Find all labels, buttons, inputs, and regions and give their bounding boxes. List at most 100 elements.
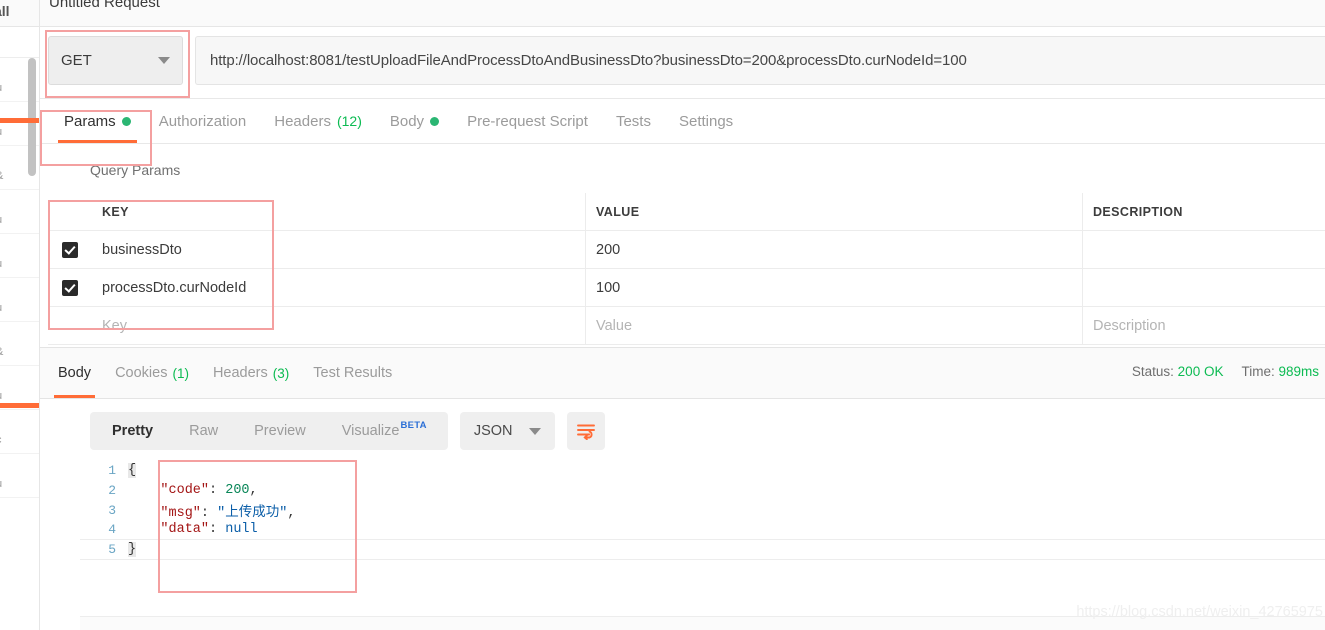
response-tab-headers[interactable]: Headers (3): [201, 348, 301, 398]
json-token: }: [128, 542, 137, 557]
json-line: 2 "code": 200,: [80, 480, 1325, 500]
json-line: 1{: [80, 460, 1325, 480]
json-line: 3 "msg": "上传成功",: [80, 500, 1325, 521]
column-header-key: KEY: [92, 193, 586, 230]
sidebar-subheader: [0, 27, 39, 58]
json-line-content: }: [128, 542, 137, 557]
sidebar-item-label: l: [0, 284, 1, 299]
json-token: 200: [225, 482, 250, 498]
view-mode-label: Pretty: [112, 423, 154, 439]
sidebar-item-label: l: [0, 460, 1, 475]
status-label: Status:: [1131, 364, 1174, 379]
status-block: Status: 200 OK: [1132, 364, 1224, 379]
sidebar-list-item[interactable]: lu: [0, 278, 39, 322]
tab-params[interactable]: Params: [50, 99, 145, 143]
view-mode-raw[interactable]: Raw: [171, 412, 236, 450]
json-token: "上传成功": [217, 505, 288, 521]
param-value-input-empty[interactable]: Value: [586, 307, 1083, 344]
tab-body[interactable]: Body: [376, 99, 453, 143]
sidebar-header-label: all: [0, 3, 10, 19]
json-token: ,: [249, 482, 258, 498]
wrap-lines-button[interactable]: [566, 412, 605, 450]
sidebar-item-sublabel: u: [0, 390, 2, 402]
line-number: 4: [108, 522, 116, 537]
line-number: 3: [108, 502, 116, 518]
response-tab-test-results[interactable]: Test Results: [301, 348, 404, 398]
view-mode-label: Visualize: [341, 423, 400, 439]
sidebar-item-sublabel: u: [0, 126, 2, 138]
tab-headers[interactable]: Headers (12): [260, 99, 376, 143]
line-number: 5: [108, 542, 116, 557]
param-value-input[interactable]: 200: [586, 231, 1083, 268]
watermark: https://blog.csdn.net/weixin_42765975: [1076, 604, 1323, 620]
json-line-content: "code": 200,: [128, 482, 258, 498]
param-checkbox-cell: [48, 231, 92, 268]
checkbox-checked-icon[interactable]: [62, 279, 78, 296]
column-header-value: VALUE: [586, 193, 1083, 230]
sidebar-item-label: l: [0, 152, 1, 167]
tab-tests[interactable]: Tests: [602, 99, 665, 143]
sidebar-item-label: l: [0, 64, 1, 79]
sidebar-item-label: l: [0, 240, 1, 255]
column-header-description: DESCRIPTION: [1093, 204, 1183, 219]
response-view-mode-group: Pretty Raw Preview Visualize BETA: [90, 412, 448, 450]
sidebar-item-label: l: [0, 372, 1, 387]
param-key-input-empty[interactable]: Key: [92, 307, 586, 344]
param-value-input[interactable]: 100: [586, 269, 1083, 306]
url-input[interactable]: http://localhost:8081/testUploadFileAndP…: [195, 36, 1325, 85]
response-tab-cookies[interactable]: Cookies (1): [103, 348, 201, 398]
request-title-bar: Untitled Request: [40, 0, 1325, 27]
sidebar-list-item[interactable]: lc: [0, 410, 39, 454]
response-body-json[interactable]: 1{2 "code": 200, 3 "msg": "上传成功", 4 "data"…: [80, 460, 1325, 608]
json-token: "code": [160, 482, 210, 498]
json-token: "msg": [160, 505, 201, 521]
modified-dot-icon: [430, 116, 440, 126]
sidebar-scrollbar[interactable]: [28, 58, 36, 176]
json-line-content: "msg": "上传成功",: [128, 500, 295, 521]
tab-count: (12): [336, 113, 362, 129]
chevron-down-icon: [158, 57, 170, 64]
checkbox-checked-icon[interactable]: [62, 241, 78, 258]
json-token: null: [225, 522, 258, 537]
tab-label: Headers: [274, 112, 331, 130]
param-key-input[interactable]: businessDto: [92, 231, 586, 268]
view-mode-visualize[interactable]: Visualize BETA: [324, 412, 444, 450]
response-format-select[interactable]: JSON: [459, 412, 555, 450]
sidebar-list-item[interactable]: l&: [0, 322, 39, 366]
response-tab-body[interactable]: Body: [46, 348, 103, 398]
sidebar-item-sublabel: u: [0, 82, 2, 94]
param-description-input-empty[interactable]: Description: [1083, 307, 1325, 344]
sidebar-list-item[interactable]: lu: [0, 190, 39, 234]
sidebar-clipped: all lulul&lululul&lulclu: [0, 0, 40, 630]
sidebar-item-sublabel: c: [0, 434, 2, 446]
json-line-content: {: [128, 462, 137, 478]
page-title: Untitled Request: [49, 0, 160, 11]
param-description-input[interactable]: [1083, 269, 1325, 306]
time-value: 989ms: [1278, 364, 1319, 379]
response-tab-label: Cookies: [115, 365, 168, 381]
modified-dot-icon: [121, 116, 131, 126]
sidebar-item-sublabel: u: [0, 478, 2, 490]
tab-authorization[interactable]: Authorization: [145, 99, 261, 143]
response-tab-label: Body: [58, 365, 92, 381]
http-method-select[interactable]: GET: [48, 36, 183, 85]
time-label: Time:: [1241, 364, 1275, 379]
sidebar-list-item[interactable]: lu: [0, 234, 39, 278]
json-token: {: [128, 462, 137, 478]
param-description-input[interactable]: [1083, 231, 1325, 268]
tab-label: Authorization: [158, 112, 247, 130]
tab-settings[interactable]: Settings: [665, 99, 747, 143]
view-mode-pretty[interactable]: Pretty: [94, 412, 171, 450]
postman-window: all lulul&lululul&lulclu Untitled Reques…: [0, 0, 1325, 630]
response-tab-count: (1): [172, 365, 189, 381]
tab-label: Params: [64, 112, 116, 130]
tab-pre-request-script[interactable]: Pre-request Script: [453, 99, 602, 143]
sidebar-header: all: [0, 0, 39, 27]
sidebar-list-item[interactable]: lu: [0, 454, 39, 498]
line-number: 1: [108, 462, 116, 478]
param-key-input[interactable]: processDto.curNodeId: [92, 269, 586, 306]
json-token: "data": [160, 522, 210, 537]
json-line: 4 "data": null: [80, 520, 1325, 540]
view-mode-preview[interactable]: Preview: [236, 412, 324, 450]
status-value: 200 OK: [1177, 364, 1224, 379]
